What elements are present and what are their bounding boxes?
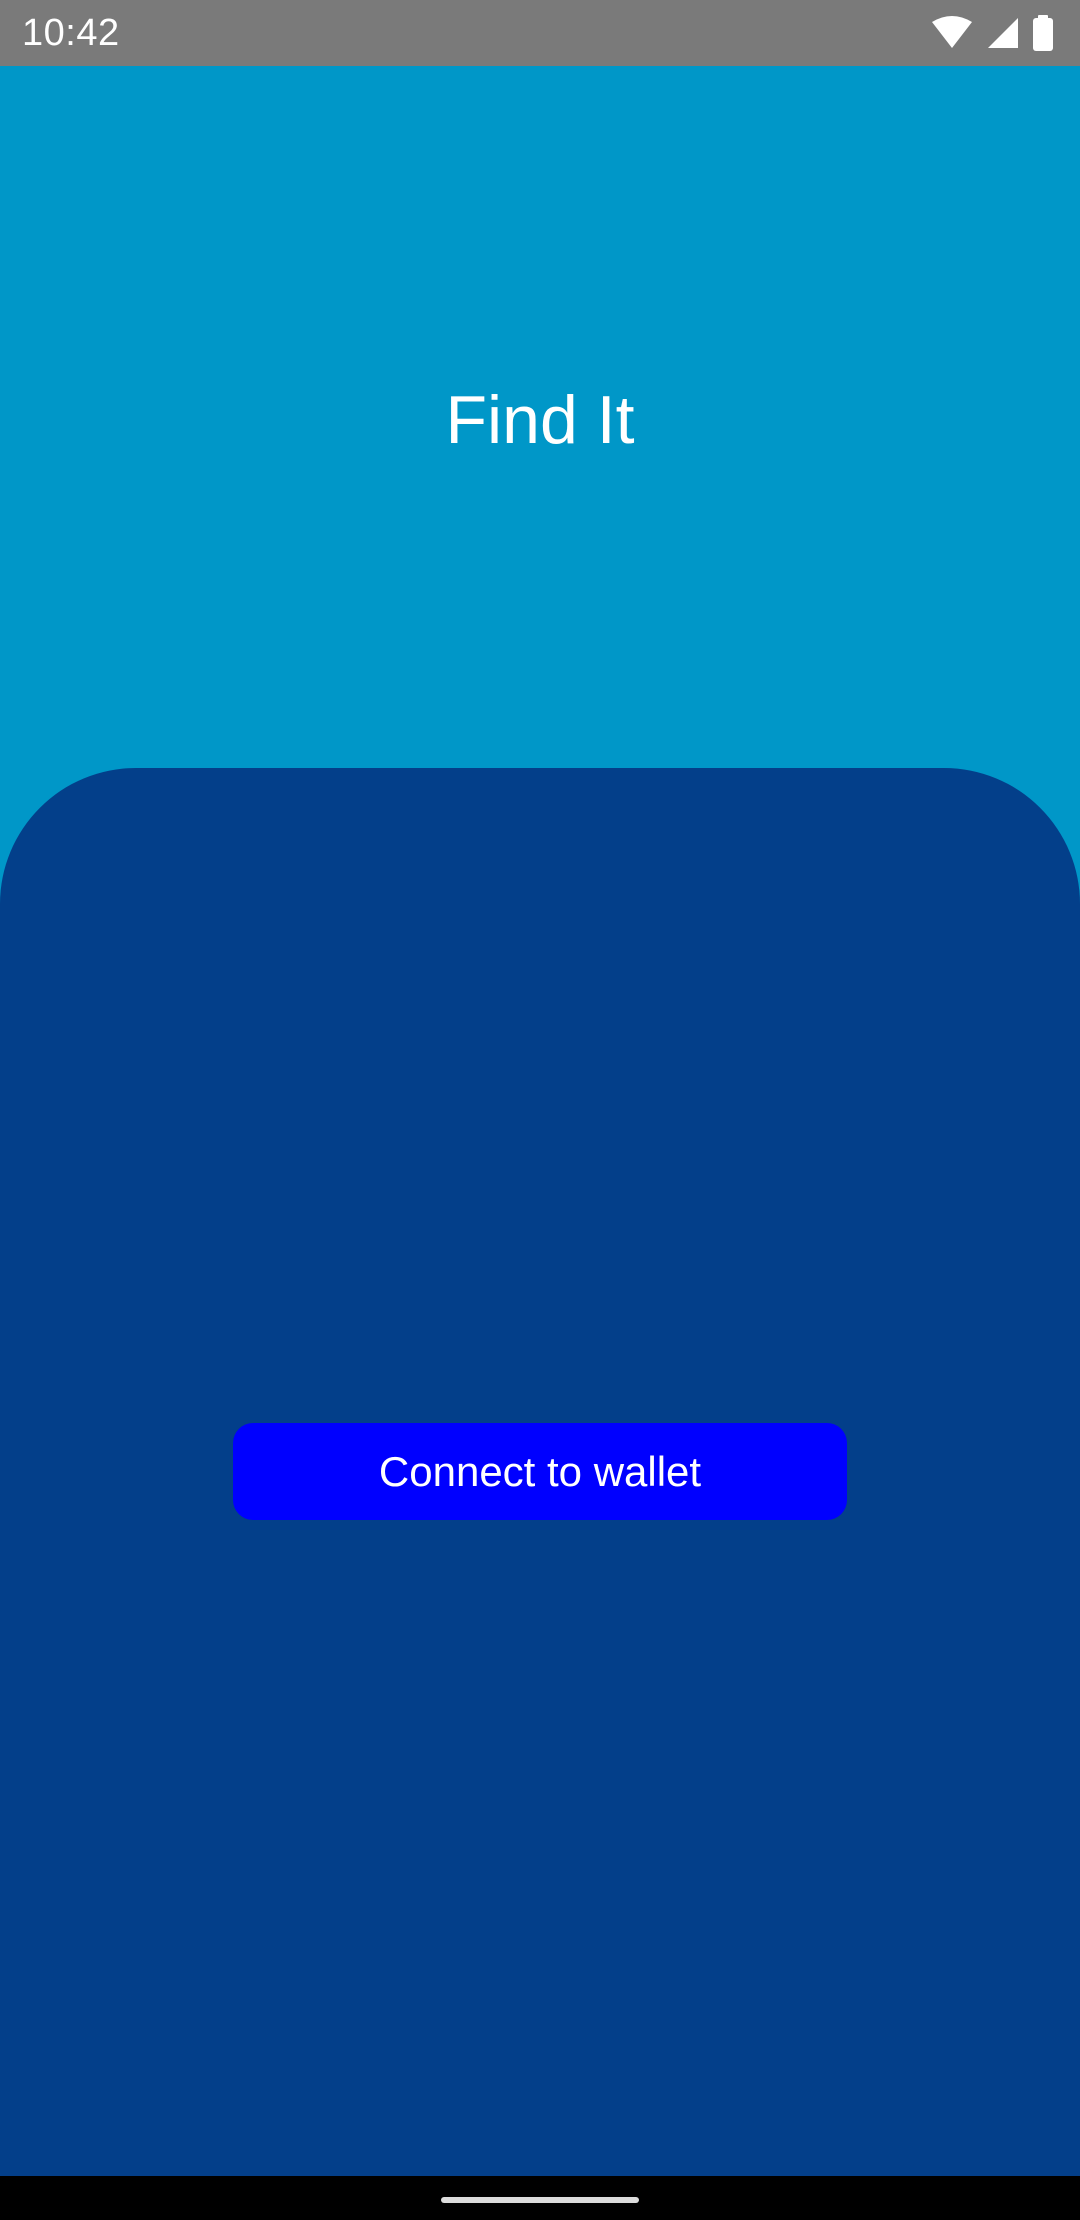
signal-icon: [986, 16, 1020, 50]
app-title: Find It: [445, 382, 635, 458]
app-screen: 10:42 Find It Connect to wallet: [0, 0, 1080, 2220]
navigation-bar: [0, 2176, 1080, 2220]
wifi-icon: [930, 16, 974, 50]
status-time: 10:42: [22, 12, 120, 54]
home-gesture-handle[interactable]: [441, 2197, 639, 2203]
status-bar: 10:42: [0, 0, 1080, 66]
connect-wallet-button[interactable]: Connect to wallet: [233, 1423, 847, 1520]
status-icons: [930, 14, 1054, 52]
battery-icon: [1032, 15, 1054, 51]
